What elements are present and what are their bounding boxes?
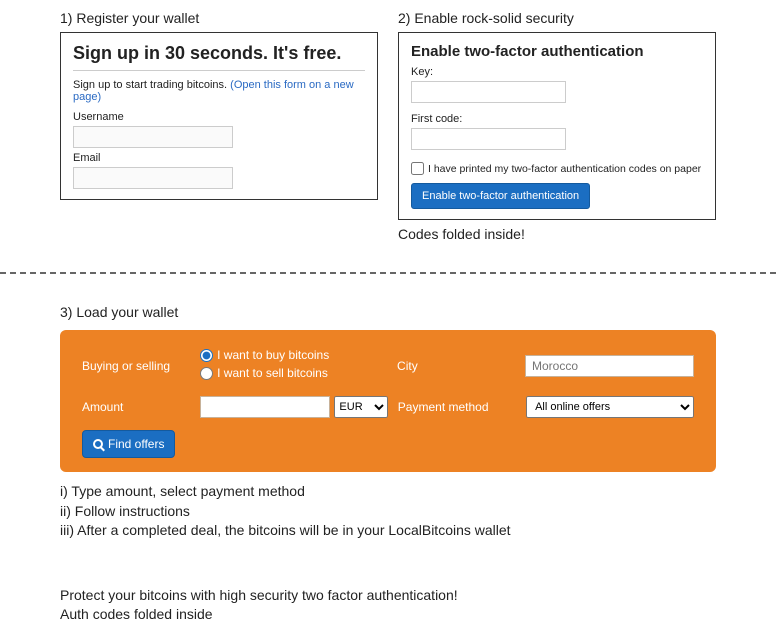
radio-sell-label: I want to sell bitcoins: [217, 366, 328, 380]
buying-selling-label: Buying or selling: [82, 359, 200, 373]
currency-select[interactable]: EUR: [334, 396, 388, 418]
key-input[interactable]: [411, 81, 566, 103]
search-icon: [93, 439, 103, 449]
find-offers-button[interactable]: Find offers: [82, 430, 175, 458]
signup-panel: Sign up in 30 seconds. It's free. Sign u…: [60, 32, 378, 200]
payment-method-label: Payment method: [398, 400, 526, 414]
enable-tfa-button[interactable]: Enable two-factor authentication: [411, 183, 590, 209]
city-input[interactable]: [525, 355, 694, 377]
firstcode-label: First code:: [411, 113, 703, 125]
footer-line1: Protect your bitcoins with high security…: [60, 586, 716, 606]
codes-caption: Codes folded inside!: [398, 226, 716, 242]
step1-title: 1) Register your wallet: [60, 10, 378, 26]
tfa-heading: Enable two-factor authentication: [411, 43, 703, 60]
printed-codes-label: I have printed my two-factor authenticat…: [428, 163, 701, 175]
username-label: Username: [73, 111, 365, 123]
signup-text: Sign up to start trading bitcoins.: [73, 79, 230, 91]
payment-method-select[interactable]: All online offers: [526, 396, 694, 418]
firstcode-input[interactable]: [411, 128, 566, 150]
radio-buy[interactable]: [200, 349, 213, 362]
tfa-panel: Enable two-factor authentication Key: Fi…: [398, 32, 716, 220]
amount-label: Amount: [82, 400, 200, 414]
email-label: Email: [73, 152, 365, 164]
search-panel: Buying or selling I want to buy bitcoins…: [60, 330, 716, 472]
find-offers-label: Find offers: [108, 437, 164, 451]
signup-text-row: Sign up to start trading bitcoins. (Open…: [73, 79, 365, 103]
note-ii: ii) Follow instructions: [60, 502, 716, 522]
step2-title: 2) Enable rock-solid security: [398, 10, 716, 26]
signup-heading: Sign up in 30 seconds. It's free.: [73, 43, 365, 71]
amount-input[interactable]: [200, 396, 330, 418]
username-input[interactable]: [73, 126, 233, 148]
printed-codes-checkbox[interactable]: [411, 162, 424, 175]
footer-line2: Auth codes folded inside: [60, 605, 716, 625]
note-iii: iii) After a completed deal, the bitcoin…: [60, 521, 716, 541]
radio-sell[interactable]: [200, 367, 213, 380]
radio-buy-label: I want to buy bitcoins: [217, 348, 329, 362]
footer-block: Protect your bitcoins with high security…: [60, 586, 716, 625]
note-i: i) Type amount, select payment method: [60, 482, 716, 502]
step3-title: 3) Load your wallet: [60, 304, 716, 320]
step3-notes: i) Type amount, select payment method ii…: [60, 482, 716, 541]
divider: [0, 272, 776, 274]
key-label: Key:: [411, 66, 703, 78]
email-input[interactable]: [73, 167, 233, 189]
city-label: City: [397, 359, 525, 373]
